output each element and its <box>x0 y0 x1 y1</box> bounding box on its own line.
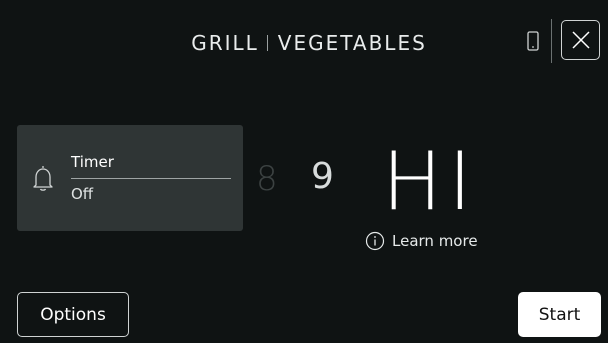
food-type-label: VEGETABLES <box>277 30 427 55</box>
timer-card[interactable]: Timer Off <box>17 125 243 231</box>
info-icon <box>365 231 385 251</box>
timer-label: Timer <box>71 153 114 171</box>
title-separator <box>266 34 268 51</box>
options-button[interactable]: Options <box>17 292 129 337</box>
timer-value: Off <box>71 185 94 203</box>
level-option-selected[interactable]: HI <box>382 140 478 224</box>
learn-more-link[interactable]: Learn more <box>365 230 478 252</box>
header-divider <box>551 19 552 63</box>
page-title: GRILL VEGETABLES <box>0 28 608 56</box>
timer-divider <box>71 178 231 179</box>
close-icon <box>571 31 590 49</box>
bell-icon <box>30 163 56 193</box>
level-option-8[interactable]: 8 <box>256 159 278 199</box>
oven-screen: GRILL VEGETABLES Timer Off 8 9 HI Learn … <box>0 0 608 343</box>
cooking-mode-label: GRILL <box>191 30 259 55</box>
start-button[interactable]: Start <box>518 292 601 337</box>
learn-more-label: Learn more <box>392 232 478 250</box>
phone-icon[interactable] <box>525 28 541 54</box>
close-button[interactable] <box>561 20 600 60</box>
level-option-9[interactable]: 9 <box>311 155 334 199</box>
